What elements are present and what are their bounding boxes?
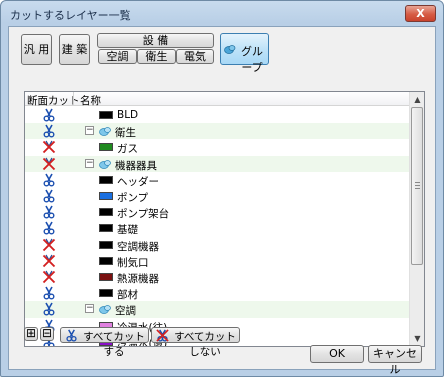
layer-color-swatch	[99, 143, 113, 152]
column-separator[interactable]	[73, 92, 74, 106]
column-header-cut[interactable]: 断面カット	[27, 93, 80, 108]
tree-item-row[interactable]: ガス	[25, 139, 410, 155]
cut-none-button[interactable]: すべてカットしない	[151, 327, 240, 358]
layer-color-swatch	[99, 289, 113, 298]
layer-color-swatch	[99, 111, 113, 119]
layer-color-swatch	[99, 273, 113, 281]
dialog-window: カットするレイヤー一覧 X 汎 用 建 築 設 備 空調 衛生 電気 グループ …	[0, 0, 444, 377]
filter-architecture-button[interactable]: 建 築	[59, 34, 90, 65]
layer-tree[interactable]: 断面カット 名称 BLD − 衛生 ガス − 機器器具 ヘッダー ポンプ ポンプ架台 基礎 空調機器…	[24, 91, 425, 347]
filter-hvac-button[interactable]: 空調	[98, 49, 137, 64]
layer-color-swatch	[99, 240, 113, 249]
tree-item-row[interactable]: ポンプ	[25, 188, 410, 204]
tree-group-row[interactable]: − 衛生	[25, 123, 410, 140]
layer-name-label: ポンプ架台	[117, 208, 170, 221]
tree-item-row[interactable]: 基礎	[25, 220, 410, 236]
tree-item-row[interactable]: 空調機器	[25, 237, 410, 253]
group-icon	[99, 127, 111, 137]
layer-color-swatch	[99, 224, 113, 233]
layer-name-label: 制気口	[117, 256, 149, 269]
expand-all-button[interactable]: ⊞	[24, 327, 38, 341]
group-button-label: グループ	[241, 45, 263, 74]
title-bar[interactable]: カットするレイヤー一覧 X	[1, 1, 443, 25]
scissors-icon[interactable]	[42, 286, 56, 300]
collapse-all-button[interactable]: ⊟	[40, 327, 54, 341]
cut-all-button[interactable]: すべてカットする	[60, 327, 149, 358]
layer-name-label: ポンプ	[117, 192, 149, 204]
scroll-down-arrow-icon[interactable]: ▼	[410, 331, 424, 346]
collapse-toggle-icon[interactable]: −	[85, 158, 94, 168]
cut-none-label: すべてカットしない	[174, 331, 236, 358]
filter-sanitary-button[interactable]: 衛生	[137, 49, 176, 64]
ok-button[interactable]: OK	[310, 345, 364, 363]
tree-item-row[interactable]: BLD	[25, 107, 410, 123]
tree-item-row[interactable]: ヘッダー	[25, 172, 410, 188]
layer-name-label: 部材	[117, 289, 138, 302]
layer-name-label: 熱源機器	[117, 273, 159, 285]
layer-name-label: BLD	[117, 109, 139, 121]
scissors-icon[interactable]	[42, 302, 56, 316]
filter-equipment-button[interactable]: 設 備	[97, 33, 214, 48]
tree-group-row[interactable]: − 空調	[25, 301, 410, 318]
tree-item-row[interactable]: 部材	[25, 285, 410, 301]
layer-name-label: 基礎	[117, 224, 138, 237]
tree-header: 断面カット 名称	[25, 92, 410, 108]
scissors-icon[interactable]	[42, 189, 56, 203]
layer-color-swatch	[99, 208, 113, 217]
collapse-toggle-icon[interactable]: −	[85, 126, 94, 136]
layer-name-label: ヘッダー	[117, 175, 159, 188]
scissors-icon[interactable]	[42, 221, 56, 235]
layer-name-label: 衛生	[115, 127, 136, 140]
cancel-button[interactable]: キャンセル	[368, 345, 422, 376]
layer-name-label: 機器器具	[115, 159, 157, 172]
scissors-icon[interactable]	[42, 124, 56, 138]
filter-electrical-button[interactable]: 電気	[176, 49, 214, 64]
scissors-icon	[66, 329, 77, 342]
tree-item-row[interactable]: 熱源機器	[25, 269, 410, 285]
group-icon	[99, 305, 111, 315]
layer-name-label: 空調	[115, 305, 136, 318]
layer-color-swatch	[99, 256, 113, 265]
no-cut-icon[interactable]	[42, 140, 56, 154]
no-cut-icon[interactable]	[42, 270, 56, 284]
minus-box-icon: ⊟	[41, 326, 53, 340]
scissors-icon[interactable]	[42, 205, 56, 219]
scroll-up-arrow-icon[interactable]: ▲	[410, 92, 424, 107]
filter-general-button[interactable]: 汎 用	[21, 34, 52, 65]
no-cut-icon[interactable]	[42, 254, 56, 268]
window-title: カットするレイヤー一覧	[10, 9, 131, 22]
group-icon	[99, 159, 111, 169]
group-icon	[224, 45, 236, 54]
close-button[interactable]: X	[405, 5, 436, 22]
tree-item-row[interactable]: 制気口	[25, 253, 410, 269]
dialog-client: 汎 用 建 築 設 備 空調 衛生 電気 グループ 断面カット 名称 BLD − 衛…	[8, 26, 436, 376]
filter-group-button[interactable]: グループ	[220, 33, 269, 74]
scroll-thumb[interactable]	[411, 107, 423, 265]
vertical-scrollbar[interactable]: ▲ ▼	[409, 92, 424, 346]
cut-all-label: すべてカットする	[83, 331, 145, 358]
layer-color-swatch	[99, 192, 113, 200]
no-cut-icon	[156, 329, 169, 342]
layer-name-label: ガス	[117, 143, 138, 156]
collapse-toggle-icon[interactable]: −	[85, 304, 94, 314]
scissors-icon[interactable]	[42, 108, 56, 122]
tree-item-row[interactable]: ポンプ架台	[25, 204, 410, 220]
no-cut-icon[interactable]	[42, 238, 56, 252]
layer-name-label: 空調機器	[117, 240, 159, 253]
plus-box-icon: ⊞	[25, 326, 37, 340]
tree-group-row[interactable]: − 機器器具	[25, 155, 410, 172]
layer-color-swatch	[99, 175, 113, 184]
scissors-icon[interactable]	[42, 173, 56, 187]
no-cut-icon[interactable]	[42, 157, 56, 171]
column-header-name[interactable]: 名称	[80, 93, 101, 108]
